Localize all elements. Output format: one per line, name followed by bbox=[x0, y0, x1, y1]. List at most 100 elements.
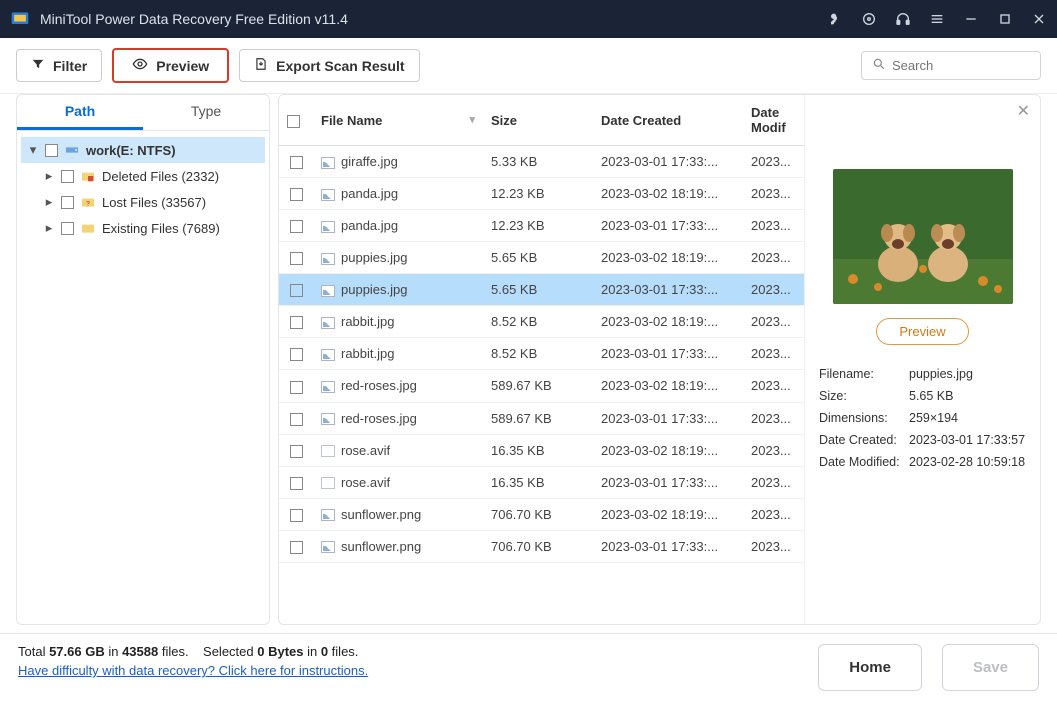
row-checkbox[interactable] bbox=[290, 413, 303, 426]
menu-icon[interactable] bbox=[929, 11, 945, 27]
row-checkbox[interactable] bbox=[290, 381, 303, 394]
meta-modified-val: 2023-02-28 10:59:18 bbox=[909, 455, 1026, 469]
file-type-icon bbox=[321, 189, 335, 201]
help-link[interactable]: Have difficulty with data recovery? Clic… bbox=[18, 663, 368, 678]
file-size: 5.65 KB bbox=[483, 274, 593, 306]
tree-item-deleted[interactable]: ▸ Deleted Files (2332) bbox=[21, 163, 265, 189]
file-name: panda.jpg bbox=[341, 218, 398, 233]
file-date-modified: 2023... bbox=[743, 338, 804, 370]
meta-size-key: Size: bbox=[819, 389, 909, 403]
table-row[interactable]: puppies.jpg5.65 KB2023-03-02 18:19:...20… bbox=[279, 242, 804, 274]
row-checkbox[interactable] bbox=[290, 252, 303, 265]
meta-size-val: 5.65 KB bbox=[909, 389, 1026, 403]
file-date-modified: 2023... bbox=[743, 434, 804, 466]
file-type-icon bbox=[321, 477, 335, 489]
chevron-right-icon[interactable]: ▸ bbox=[43, 194, 55, 210]
save-button[interactable]: Save bbox=[942, 644, 1039, 691]
col-date-modified[interactable]: Date Modif bbox=[743, 95, 805, 146]
file-type-icon bbox=[321, 349, 335, 361]
table-row[interactable]: red-roses.jpg589.67 KB2023-03-01 17:33:.… bbox=[279, 402, 804, 434]
tab-type[interactable]: Type bbox=[143, 95, 269, 130]
file-date-created: 2023-03-01 17:33:... bbox=[593, 402, 743, 434]
file-size: 16.35 KB bbox=[483, 466, 593, 498]
file-name: puppies.jpg bbox=[341, 282, 408, 297]
tree-item-existing[interactable]: ▸ Existing Files (7689) bbox=[21, 215, 265, 241]
row-checkbox[interactable] bbox=[290, 284, 303, 297]
row-checkbox[interactable] bbox=[290, 445, 303, 458]
checkbox[interactable] bbox=[45, 144, 58, 157]
checkbox[interactable] bbox=[61, 222, 74, 235]
row-checkbox[interactable] bbox=[290, 156, 303, 169]
file-date-modified: 2023... bbox=[743, 370, 804, 402]
row-checkbox[interactable] bbox=[290, 188, 303, 201]
row-checkbox[interactable] bbox=[290, 541, 303, 554]
tree: ▾ work(E: NTFS) ▸ Deleted Files (2332) ▸… bbox=[17, 131, 269, 247]
chevron-right-icon[interactable]: ▸ bbox=[43, 220, 55, 236]
preview-open-button[interactable]: Preview bbox=[876, 318, 968, 345]
status-summary: Total 57.66 GB in 43588 files. Selected … bbox=[18, 644, 798, 659]
table-row[interactable]: sunflower.png706.70 KB2023-03-01 17:33:.… bbox=[279, 530, 804, 562]
eye-icon bbox=[132, 56, 148, 75]
table-row[interactable]: panda.jpg12.23 KB2023-03-02 18:19:...202… bbox=[279, 178, 804, 210]
search-box[interactable] bbox=[861, 51, 1041, 80]
file-name: rabbit.jpg bbox=[341, 314, 394, 329]
row-checkbox[interactable] bbox=[290, 316, 303, 329]
file-type-icon bbox=[321, 541, 335, 553]
meta-created-val: 2023-03-01 17:33:57 bbox=[909, 433, 1026, 447]
file-type-icon bbox=[321, 317, 335, 329]
export-icon bbox=[254, 57, 268, 74]
meta-filename-key: Filename: bbox=[819, 367, 909, 381]
file-size: 589.67 KB bbox=[483, 370, 593, 402]
headphones-icon[interactable] bbox=[895, 11, 911, 27]
table-row[interactable]: rabbit.jpg8.52 KB2023-03-01 17:33:...202… bbox=[279, 338, 804, 370]
key-icon[interactable] bbox=[827, 11, 843, 27]
table-row[interactable]: sunflower.png706.70 KB2023-03-02 18:19:.… bbox=[279, 498, 804, 530]
table-row[interactable]: panda.jpg12.23 KB2023-03-01 17:33:...202… bbox=[279, 210, 804, 242]
col-date-created[interactable]: Date Created bbox=[593, 95, 743, 146]
file-name: rabbit.jpg bbox=[341, 346, 394, 361]
checkbox[interactable] bbox=[61, 170, 74, 183]
table-row[interactable]: rose.avif16.35 KB2023-03-02 18:19:...202… bbox=[279, 434, 804, 466]
file-type-icon bbox=[321, 445, 335, 457]
disc-icon[interactable] bbox=[861, 11, 877, 27]
chevron-right-icon[interactable]: ▸ bbox=[43, 168, 55, 184]
col-size[interactable]: Size bbox=[483, 95, 593, 146]
file-name: rose.avif bbox=[341, 443, 390, 458]
table-row[interactable]: rabbit.jpg8.52 KB2023-03-02 18:19:...202… bbox=[279, 306, 804, 338]
tab-path[interactable]: Path bbox=[17, 95, 143, 130]
close-preview-icon[interactable]: ✕ bbox=[1017, 101, 1030, 121]
checkbox[interactable] bbox=[61, 196, 74, 209]
tree-item-label: Lost Files (33567) bbox=[102, 195, 206, 210]
drive-icon bbox=[64, 142, 80, 158]
close-icon[interactable] bbox=[1031, 11, 1047, 27]
file-size: 5.65 KB bbox=[483, 242, 593, 274]
file-date-modified: 2023... bbox=[743, 146, 804, 178]
filter-button[interactable]: Filter bbox=[16, 49, 102, 82]
file-name: red-roses.jpg bbox=[341, 411, 417, 426]
chevron-down-icon[interactable]: ▾ bbox=[27, 142, 39, 158]
row-checkbox[interactable] bbox=[290, 509, 303, 522]
col-filename[interactable]: File Name▾ bbox=[313, 95, 483, 146]
search-input[interactable] bbox=[892, 58, 1057, 73]
funnel-icon bbox=[31, 57, 45, 74]
preview-button[interactable]: Preview bbox=[112, 48, 229, 83]
maximize-icon[interactable] bbox=[997, 11, 1013, 27]
file-date-created: 2023-03-01 17:33:... bbox=[593, 466, 743, 498]
home-button[interactable]: Home bbox=[818, 644, 922, 691]
minimize-icon[interactable] bbox=[963, 11, 979, 27]
preview-label: Preview bbox=[156, 58, 209, 74]
export-button[interactable]: Export Scan Result bbox=[239, 49, 419, 82]
table-row[interactable]: red-roses.jpg589.67 KB2023-03-02 18:19:.… bbox=[279, 370, 804, 402]
file-date-modified: 2023... bbox=[743, 210, 804, 242]
row-checkbox[interactable] bbox=[290, 220, 303, 233]
file-date-created: 2023-03-02 18:19:... bbox=[593, 498, 743, 530]
table-row[interactable]: rose.avif16.35 KB2023-03-01 17:33:...202… bbox=[279, 466, 804, 498]
table-row[interactable]: puppies.jpg5.65 KB2023-03-01 17:33:...20… bbox=[279, 274, 804, 306]
row-checkbox[interactable] bbox=[290, 348, 303, 361]
file-date-created: 2023-03-01 17:33:... bbox=[593, 338, 743, 370]
select-all-checkbox[interactable] bbox=[287, 115, 300, 128]
tree-item-lost[interactable]: ▸ ? Lost Files (33567) bbox=[21, 189, 265, 215]
tree-root[interactable]: ▾ work(E: NTFS) bbox=[21, 137, 265, 163]
row-checkbox[interactable] bbox=[290, 477, 303, 490]
table-row[interactable]: giraffe.jpg5.33 KB2023-03-01 17:33:...20… bbox=[279, 146, 804, 178]
